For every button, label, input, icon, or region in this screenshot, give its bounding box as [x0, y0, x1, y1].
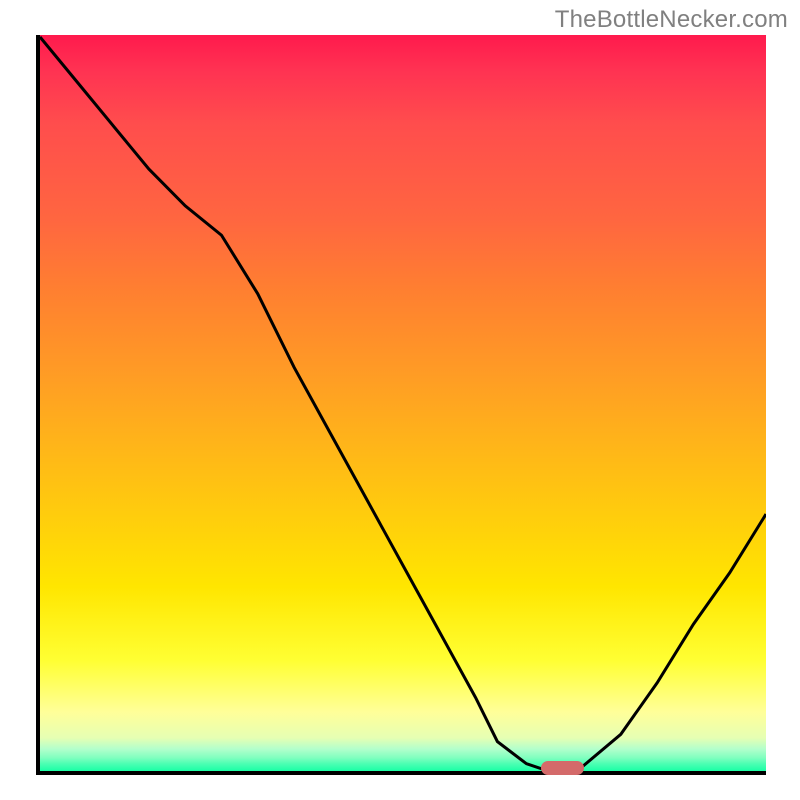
watermark-label: TheBottleNecker.com	[555, 6, 788, 34]
optimum-marker	[541, 761, 585, 775]
plot-area	[36, 35, 766, 775]
chart-container: TheBottleNecker.com	[0, 0, 800, 800]
bottleneck-curve	[40, 35, 766, 771]
